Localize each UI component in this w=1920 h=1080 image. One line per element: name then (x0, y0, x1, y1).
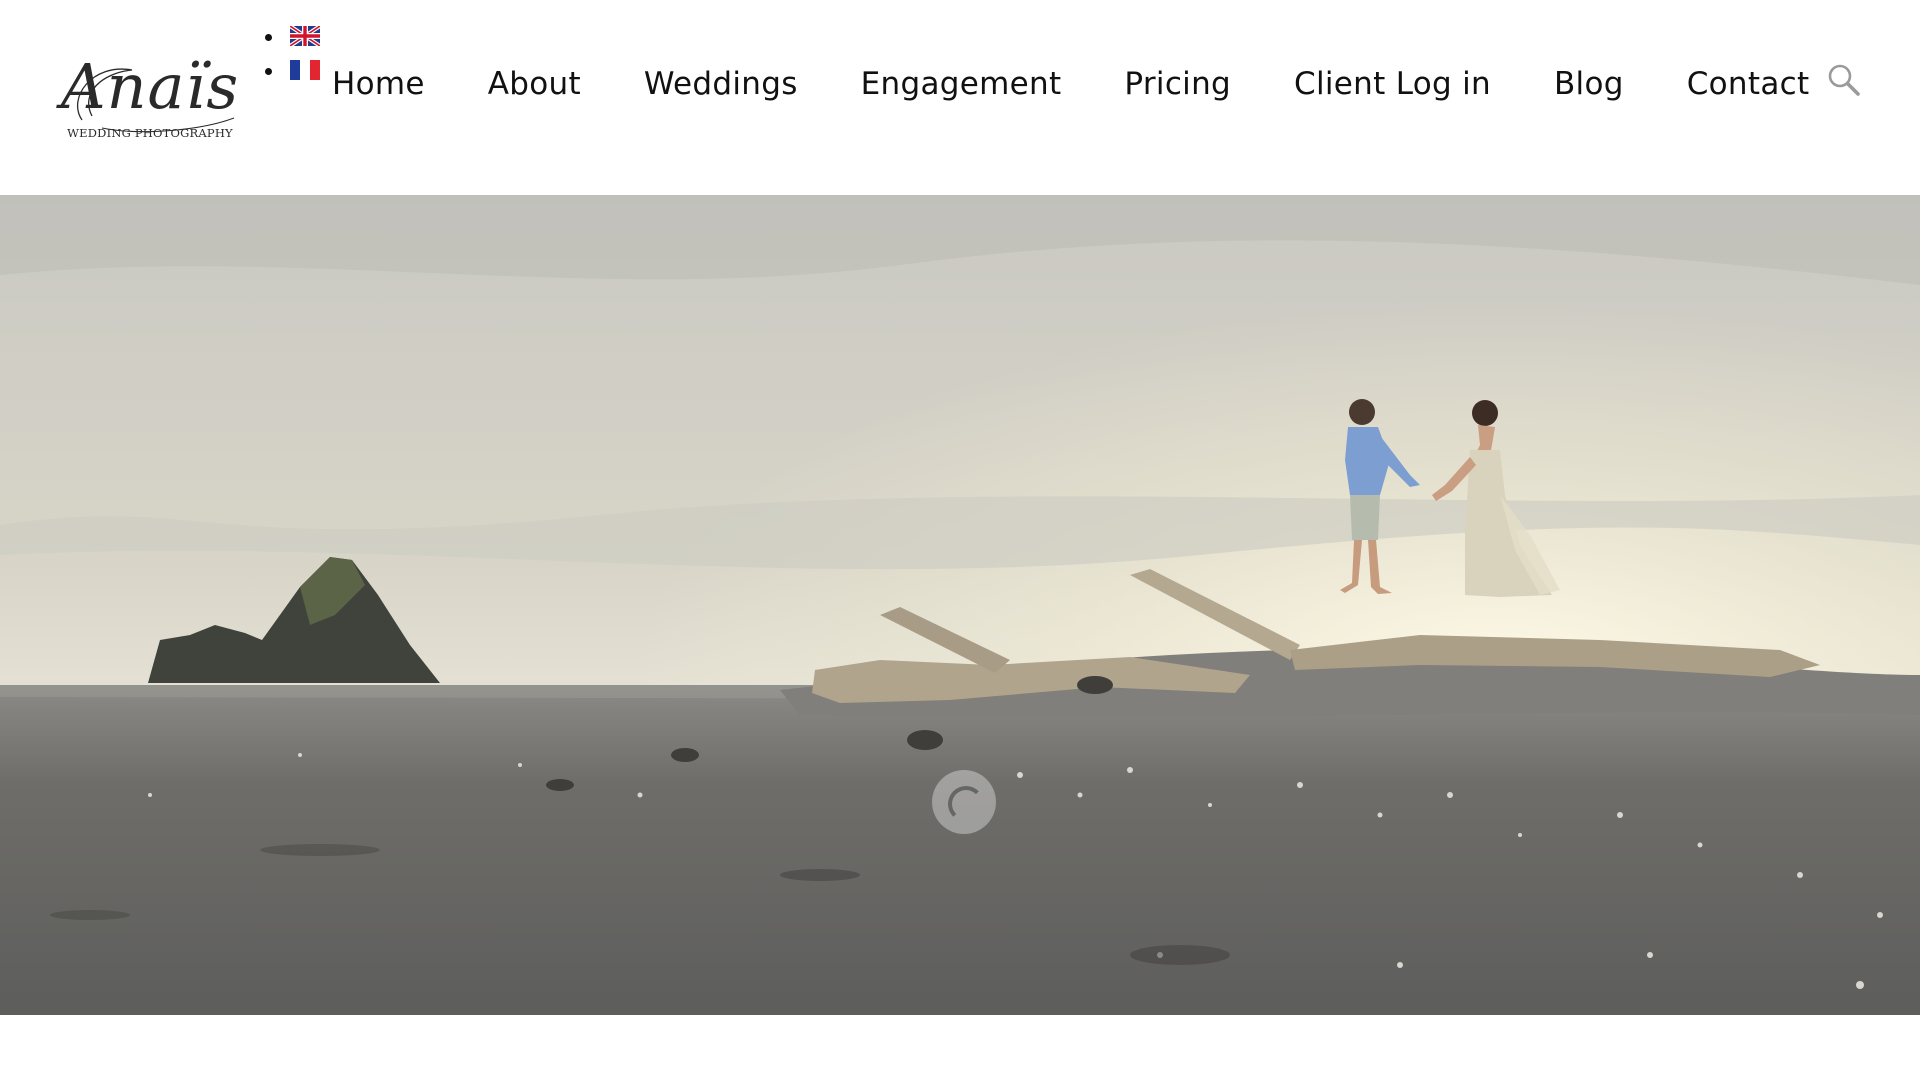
loading-spinner-icon (932, 770, 996, 834)
uk-flag-icon (290, 26, 320, 46)
nav-home[interactable]: Home (332, 66, 425, 102)
nav-contact[interactable]: Contact (1687, 66, 1810, 102)
site-logo[interactable]: Anaïs WEDDING PHOTOGRAPHY (60, 50, 240, 155)
beach-couple-photo (0, 195, 1920, 1015)
france-flag-icon (290, 60, 320, 80)
nav-blog[interactable]: Blog (1554, 66, 1624, 102)
language-item-fr[interactable] (262, 60, 320, 80)
nav-client-log-in[interactable]: Client Log in (1294, 66, 1491, 102)
nav-about[interactable]: About (488, 66, 581, 102)
search-icon[interactable] (1826, 62, 1862, 98)
nav-engagement[interactable]: Engagement (861, 66, 1062, 102)
language-switcher (262, 26, 320, 94)
logo-swash-decoration (76, 68, 235, 133)
site-header: Anaïs WEDDING PHOTOGRAPHY Home About Wed… (0, 0, 1920, 195)
hero-banner-image (0, 195, 1920, 1015)
main-navigation: Home About Weddings Engagement Pricing C… (332, 62, 1809, 106)
language-item-en[interactable] (262, 26, 320, 46)
nav-weddings[interactable]: Weddings (644, 66, 798, 102)
nav-pricing[interactable]: Pricing (1124, 66, 1231, 102)
